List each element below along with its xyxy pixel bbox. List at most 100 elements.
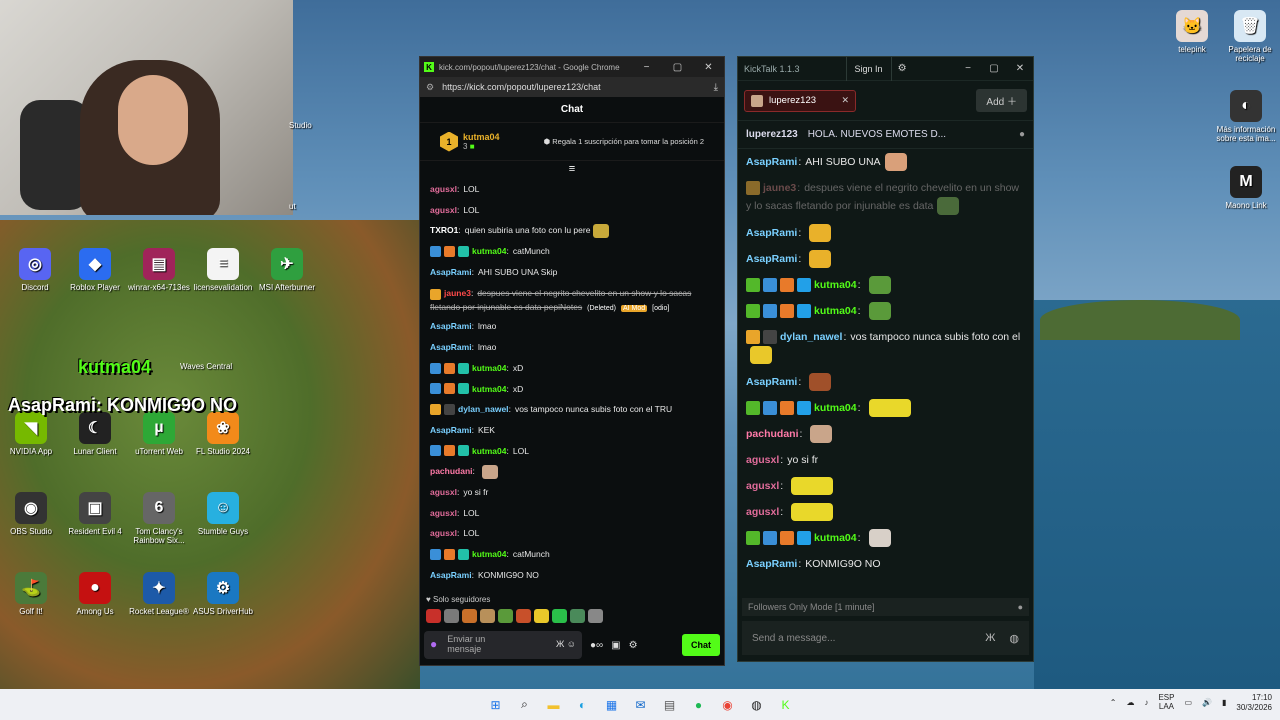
info-icon[interactable]: ● xyxy=(1018,598,1023,616)
desktop-icon[interactable]: M Maono Link xyxy=(1214,166,1278,210)
emote-3[interactable] xyxy=(462,609,477,623)
chat-message[interactable]: jaune3: despues viene el negrito chevelit… xyxy=(746,175,1025,220)
file-explorer-icon[interactable]: ▬ xyxy=(542,693,565,716)
gear-icon[interactable]: ⚙ xyxy=(898,63,907,74)
chat-username[interactable]: agusxl xyxy=(430,179,457,200)
chat-emote[interactable] xyxy=(884,153,907,171)
points-icon[interactable]: ●∞ xyxy=(590,640,603,651)
emote-6[interactable] xyxy=(516,609,531,623)
language-indicator[interactable]: ESP LAA xyxy=(1158,693,1174,712)
chat-message[interactable]: kutma04: xyxy=(746,395,1025,421)
chat-message[interactable]: AsapRami: AHI SUBO UNA xyxy=(746,149,1025,175)
chat-message[interactable]: agusxl: yo si fr xyxy=(746,447,1025,473)
gifter-name[interactable]: kutma04 xyxy=(463,132,500,143)
chat-username[interactable]: agusxl xyxy=(430,503,457,524)
desktop-icon[interactable]: ◉ OBS Studio xyxy=(0,492,66,536)
app2-icon[interactable]: ◍ xyxy=(745,693,768,716)
chat-username[interactable]: kutma04 xyxy=(814,525,857,551)
chat-message[interactable]: agusxl: LOL xyxy=(430,200,714,221)
download-icon[interactable]: ⤓ xyxy=(714,82,718,93)
chat-emote[interactable] xyxy=(750,346,772,365)
desktop-icon[interactable]: ⚙ ASUS DriverHub xyxy=(188,572,258,616)
kt-maximize-button[interactable]: ▢ xyxy=(981,63,1007,74)
network-icon[interactable]: ☁ xyxy=(1126,698,1134,707)
chat-emote[interactable] xyxy=(868,276,891,294)
kt-emote-icon[interactable]: Ж xyxy=(985,632,995,645)
kick-icon[interactable]: K xyxy=(774,693,797,716)
emote-1[interactable] xyxy=(426,609,441,623)
chat-emote[interactable] xyxy=(809,224,832,242)
chat-username[interactable]: AsapRami xyxy=(746,551,797,571)
emote-9[interactable] xyxy=(570,609,585,623)
emote-5[interactable] xyxy=(498,609,513,623)
desktop-icon[interactable]: ✦ Rocket League® xyxy=(124,572,194,616)
desktop-icon[interactable]: 6 Tom Clancy's Rainbow Six... xyxy=(124,492,194,545)
kt-minimize-button[interactable]: − xyxy=(955,63,981,74)
desktop-icon[interactable]: ◐ Más información sobre esta ima... xyxy=(1214,90,1278,143)
kt-chat-icon[interactable]: ◍ xyxy=(1009,632,1019,645)
chat-username[interactable]: agusxl xyxy=(746,499,779,525)
chat-username[interactable]: kutma04 xyxy=(472,441,507,462)
kt-close-button[interactable]: ✕ xyxy=(1007,63,1033,74)
chat-username[interactable]: kutma04 xyxy=(814,298,857,324)
chat-username[interactable]: kutma04 xyxy=(814,395,857,421)
desktop-icon[interactable]: ☺ Stumble Guys xyxy=(188,492,258,536)
chat-username[interactable]: dylan_nawel xyxy=(458,399,509,420)
chat-emote[interactable] xyxy=(810,425,833,443)
app-icon[interactable]: ▤ xyxy=(658,693,681,716)
chat-message[interactable]: AsapRami: xyxy=(746,246,1025,272)
chat-emote[interactable] xyxy=(791,503,834,521)
chat-emote[interactable] xyxy=(868,529,891,547)
chat-username[interactable]: AsapRami xyxy=(430,262,472,283)
chat-message[interactable]: pachudani: xyxy=(746,421,1025,447)
site-info-icon[interactable]: ⚙ xyxy=(426,82,434,93)
user-icon[interactable]: ● xyxy=(1019,129,1025,140)
chat-message[interactable]: agusxl: LOL xyxy=(430,503,714,524)
display-icon[interactable]: ▭ xyxy=(1184,698,1192,707)
desktop-icon[interactable]: ▣ Resident Evil 4 xyxy=(60,492,130,536)
emote-7[interactable] xyxy=(534,609,549,623)
desktop-icon[interactable]: ❀ FL Studio 2024 xyxy=(188,412,258,456)
chat-message[interactable]: agusxl: yo si fr xyxy=(430,482,714,503)
chat-emote[interactable] xyxy=(937,197,960,216)
chat-message[interactable]: kutma04: xD xyxy=(430,358,714,379)
chat-message[interactable]: kutma04: catMunch xyxy=(430,544,714,565)
desktop-icon[interactable]: ☾ Lunar Client xyxy=(60,412,130,456)
tab-luperez123[interactable]: luperez123 ✕ xyxy=(744,89,856,112)
chat-username[interactable]: kutma04 xyxy=(472,379,507,400)
chat-message[interactable]: kutma04: LOL xyxy=(430,441,714,462)
sign-in-button[interactable]: Sign In xyxy=(845,56,892,81)
translate-icon[interactable]: Ж ☺ xyxy=(556,639,576,650)
chat-username[interactable]: pachudani xyxy=(430,461,473,482)
mic-tray-icon[interactable]: ♪ xyxy=(1144,698,1148,707)
kt-message-input[interactable]: Send a message... Ж ◍ xyxy=(742,621,1029,655)
chat-username[interactable]: TXRO1 xyxy=(430,220,458,241)
chat-username[interactable]: kutma04 xyxy=(472,241,507,262)
chat-message[interactable]: AsapRami: KONMIG9O NO xyxy=(430,565,714,586)
chat-username[interactable]: AsapRami xyxy=(746,220,797,246)
chat-message[interactable]: TXRO1: quien subiria una foto con lu pere xyxy=(430,220,714,241)
chat-message[interactable]: kutma04: catMunch xyxy=(430,241,714,262)
address-bar[interactable]: ⚙ https://kick.com/popout/luperez123/cha… xyxy=(420,77,724,97)
chat-username[interactable]: agusxl xyxy=(430,523,457,544)
chat-username[interactable]: kutma04 xyxy=(472,544,507,565)
desktop-icon[interactable]: ✈ MSI Afterburner xyxy=(252,248,322,292)
chat-username[interactable]: agusxl xyxy=(430,482,457,503)
close-button[interactable]: ✕ xyxy=(693,62,724,73)
desktop-icon[interactable]: ◥ NVIDIA App xyxy=(0,412,66,456)
desktop-icon[interactable]: ≡ licensevalidation xyxy=(188,248,258,292)
chat-username[interactable]: AsapRami xyxy=(430,420,472,441)
chat-username[interactable]: dylan_nawel xyxy=(780,331,842,343)
volume-icon[interactable]: 🔊 xyxy=(1202,698,1212,707)
tray-overflow-icon[interactable]: ⌃ xyxy=(1110,698,1117,707)
chat-input[interactable]: ● Enviar un mensaje Ж ☺ xyxy=(424,631,582,659)
emote-2[interactable] xyxy=(444,609,459,623)
chat-message[interactable]: pachudani: xyxy=(430,461,714,482)
start-button[interactable]: ⊞ xyxy=(484,693,507,716)
chat-message[interactable]: AsapRami: KONMIG9O NO xyxy=(746,551,1025,571)
chat-message[interactable]: AsapRami: KEK xyxy=(430,420,714,441)
chat-message[interactable]: dylan_nawel: vos tampoco nunca subis foto… xyxy=(746,324,1025,369)
chat-username[interactable]: kutma04 xyxy=(472,358,507,379)
chat-message[interactable]: kutma04: xD xyxy=(430,379,714,400)
add-channel-button[interactable]: Add ＋ xyxy=(976,89,1027,112)
